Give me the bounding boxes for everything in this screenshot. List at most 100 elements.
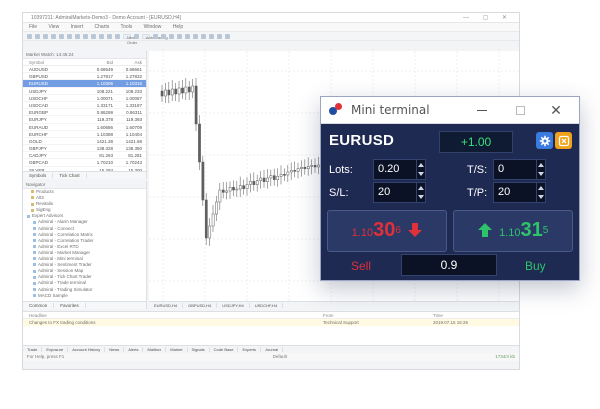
terminal-tab[interactable]: Journal [261, 347, 284, 352]
menu-help[interactable]: Help [173, 24, 183, 30]
autotrading-button[interactable]: AutoTrading [142, 33, 168, 40]
lot-change-display[interactable]: +1.00 [439, 131, 513, 153]
terminal-tab[interactable]: Experts [238, 347, 261, 352]
market-watch-row[interactable]: AUDUSD 0.68649 0.68661 [23, 66, 146, 74]
tp-input[interactable]: 20 [493, 182, 537, 203]
column-headline[interactable]: Headline [23, 312, 323, 318]
news-row[interactable]: Changes to FX trading conditions Technic… [23, 319, 519, 326]
toolbar-icon[interactable] [201, 33, 206, 39]
chart-tab[interactable]: USDCHF,H4 [249, 303, 284, 308]
terminal-tab[interactable]: Signals [187, 347, 210, 352]
stepper-up-icon[interactable] [418, 185, 424, 190]
lots-input[interactable]: 0.20 [373, 159, 417, 180]
toolbar-icon[interactable] [59, 33, 64, 39]
toolbar-icon[interactable] [107, 33, 112, 39]
buy-price-button[interactable]: 1.10315 [453, 210, 573, 252]
terminal-tab[interactable]: Account History [68, 347, 106, 352]
minimize-button[interactable] [467, 97, 497, 124]
sell-button[interactable]: Sell [351, 259, 371, 273]
stepper-down-icon[interactable] [418, 195, 424, 200]
terminal-tab[interactable]: Mailbox [143, 347, 167, 352]
mini-terminal-title-bar[interactable]: Mini terminal ✕ [321, 97, 579, 124]
column-from[interactable]: From [323, 312, 433, 318]
terminal-tab[interactable]: News [105, 347, 125, 352]
market-watch-row[interactable]: CADJPY 81.263 81.281 [23, 152, 146, 160]
menu-insert[interactable]: Insert [71, 24, 84, 30]
toolbar-icon[interactable] [83, 33, 88, 39]
close-button[interactable]: ✕ [541, 97, 571, 124]
menu-file[interactable]: File [29, 24, 37, 30]
stepper-down-icon[interactable] [538, 195, 544, 200]
menu-view[interactable]: View [48, 24, 59, 30]
stepper-up-icon[interactable] [538, 162, 544, 167]
toolbar-icon[interactable] [161, 33, 166, 39]
toolbar-icon[interactable] [51, 33, 56, 39]
market-watch-row[interactable]: GBPUSD 1.27817 1.27832 [23, 73, 146, 81]
toolbar-icon[interactable] [67, 33, 72, 39]
toolbar-icon[interactable] [169, 33, 174, 39]
sl-input[interactable]: 20 [373, 182, 417, 203]
ts-input[interactable]: 0 [493, 159, 537, 180]
symbol-name[interactable]: EURUSD [329, 132, 394, 149]
tab-common[interactable]: Common [23, 303, 55, 308]
toolbar-icon[interactable] [35, 33, 40, 39]
navigator-item[interactable]: MACD Sample [23, 293, 146, 299]
stepper-down-icon[interactable] [418, 172, 424, 177]
market-watch-row[interactable]: USDJPY 108.221 108.233 [23, 88, 146, 95]
market-watch-row[interactable]: GBPCAD 1.70210 1.70243 [23, 159, 146, 167]
market-watch-row[interactable]: EURCHF 1.10388 1.10404 [23, 131, 146, 138]
sl-stepper[interactable] [417, 182, 426, 203]
market-watch-row[interactable]: EURGBP 0.86299 0.86311 [23, 109, 146, 117]
tab-symbols[interactable]: Symbols [23, 173, 54, 178]
toolbar-icon[interactable] [91, 33, 96, 39]
chart-tab[interactable]: USDJPY,H4 [217, 303, 250, 308]
buy-button[interactable]: Buy [525, 259, 546, 273]
settings-button[interactable] [536, 132, 553, 149]
market-watch-row[interactable]: USDCHF 1.00071 1.00087 [23, 95, 146, 102]
tp-stepper[interactable] [537, 182, 546, 203]
lots-stepper[interactable] [417, 159, 426, 180]
toolbar-icon[interactable] [153, 33, 158, 39]
toolbar-icon[interactable] [193, 33, 198, 39]
toolbar-icon[interactable] [217, 33, 222, 39]
chart-tab[interactable]: EURUSD,H4 [149, 303, 184, 308]
menu-charts[interactable]: Charts [95, 24, 110, 30]
tab-favorites[interactable]: Favorites [54, 303, 86, 308]
chart-tab[interactable]: GBPUSD,H4 [183, 303, 218, 308]
market-watch-row[interactable]: GBPJPY 138.328 138.350 [23, 145, 146, 153]
stepper-down-icon[interactable] [538, 172, 544, 177]
terminal-tab[interactable]: Exposure [42, 347, 69, 352]
column-ask[interactable]: Ask [113, 59, 145, 65]
column-symbol[interactable]: Symbol [23, 59, 79, 65]
sell-price-button[interactable]: 1.10306 [327, 210, 447, 252]
market-watch-row[interactable]: GOLD 1421.38 1421.68 [23, 138, 146, 146]
new-order-button[interactable]: New Order [123, 33, 137, 45]
toolbar-icon[interactable] [99, 33, 104, 39]
toolbar-icon[interactable] [27, 33, 32, 39]
toolbar-icon[interactable] [225, 33, 230, 39]
market-watch-row[interactable]: USDCAD 1.33171 1.33187 [23, 102, 146, 110]
terminal-tab[interactable]: Code Base [209, 347, 239, 352]
market-watch-row[interactable]: EURAUD 1.60686 1.60709 [23, 124, 146, 131]
toolbar-icon[interactable] [75, 33, 80, 39]
toolbar-icon[interactable] [177, 33, 182, 39]
maximize-button[interactable] [505, 97, 535, 124]
toolbar-icon[interactable] [185, 33, 190, 39]
toolbar-icon[interactable] [134, 33, 139, 39]
column-time[interactable]: Time [433, 312, 513, 318]
toolbar-icon[interactable] [209, 33, 214, 39]
tab-tick-chart[interactable]: Tick Chart [53, 173, 87, 178]
menu-window[interactable]: Window [144, 24, 162, 30]
stepper-up-icon[interactable] [538, 185, 544, 190]
market-watch-row[interactable]: EURUSD 1.10306 1.10315 [23, 80, 146, 88]
terminal-tab[interactable]: Market [166, 347, 188, 352]
toolbar-icon[interactable] [43, 33, 48, 39]
mt4-window-controls[interactable]: — ▢ ✕ [463, 13, 513, 23]
ts-stepper[interactable] [537, 159, 546, 180]
toolbar-icon[interactable] [115, 33, 120, 39]
column-bid[interactable]: Bid [79, 59, 113, 65]
brand-button[interactable] [555, 132, 572, 149]
menu-tools[interactable]: Tools [121, 24, 133, 30]
stepper-up-icon[interactable] [418, 162, 424, 167]
terminal-tab[interactable]: Alerts [124, 347, 144, 352]
